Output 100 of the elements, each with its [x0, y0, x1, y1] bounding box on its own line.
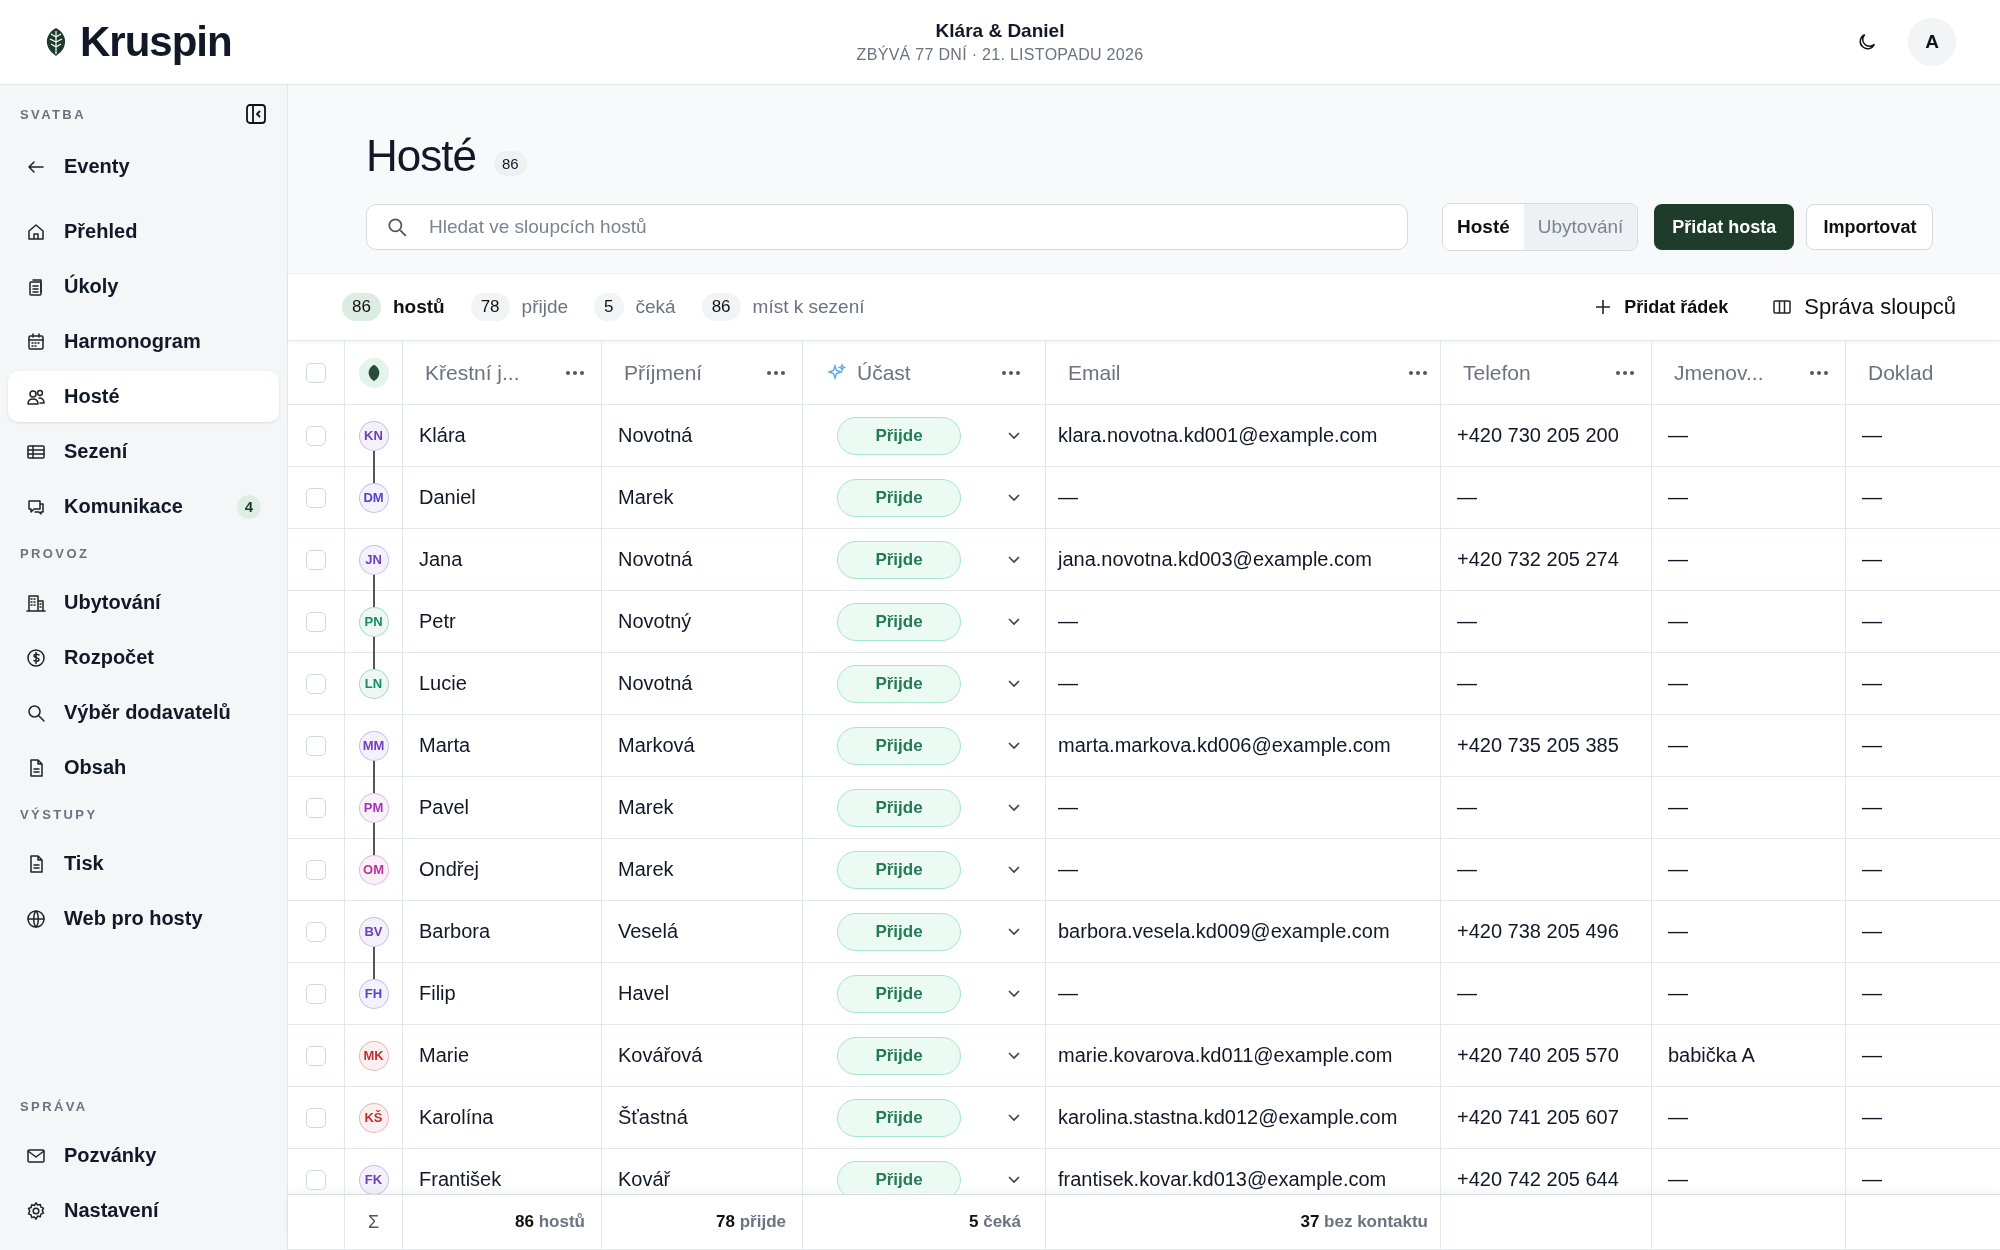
chevron-down-icon[interactable] [1007, 554, 1021, 565]
nav-item[interactable]: Ubytování [8, 577, 279, 628]
row-checkbox[interactable] [306, 983, 326, 1004]
chevron-down-icon[interactable] [1007, 430, 1021, 441]
status-pill[interactable]: Přijde [837, 1098, 961, 1137]
column-header[interactable]: Telefon [1441, 341, 1652, 404]
manage-columns-button[interactable]: Správa sloupců [1772, 294, 1956, 320]
search-field[interactable]: Hledat ve sloupcích hostů [366, 204, 1408, 250]
column-title: Účast [857, 360, 912, 385]
stat-filter[interactable]: 86 hostů [342, 293, 445, 321]
column-title: Email [1068, 360, 1122, 385]
nav-item[interactable]: Pozvánky [8, 1130, 279, 1181]
nav-item[interactable]: Sezení [8, 426, 279, 477]
import-button[interactable]: Importovat [1806, 204, 1934, 250]
nav-item[interactable]: Web pro hosty [8, 893, 279, 944]
stat-filter[interactable]: 5 čeká [594, 293, 676, 321]
status-pill[interactable]: Přijde [837, 974, 961, 1013]
more-icon[interactable] [565, 369, 585, 376]
chevron-down-icon[interactable] [1007, 740, 1021, 751]
row-checkbox[interactable] [306, 859, 326, 880]
nav-item[interactable]: Hosté [8, 371, 279, 422]
chevron-down-icon[interactable] [1007, 1112, 1021, 1123]
status-pill[interactable]: Přijde [837, 478, 961, 517]
chevron-down-icon[interactable] [1007, 864, 1021, 875]
chevron-down-icon[interactable] [1007, 802, 1021, 813]
guest-avatar: MM [358, 730, 389, 761]
section-title: VÝSTUPY [20, 807, 98, 822]
status-pill[interactable]: Přijde [837, 788, 961, 827]
status-pill[interactable]: Přijde [837, 1160, 961, 1194]
stat-filter[interactable]: 86 míst k sezení [701, 293, 865, 321]
nav-item[interactable]: Tisk [8, 838, 279, 889]
row-checkbox[interactable] [306, 673, 326, 694]
table-cell: — [1862, 1106, 1882, 1129]
table-cell: Veselá [618, 920, 679, 943]
column-header[interactable]: Účast [803, 341, 1046, 404]
row-checkbox[interactable] [306, 1169, 326, 1190]
more-icon[interactable] [1615, 369, 1635, 376]
row-checkbox[interactable] [306, 549, 326, 570]
plus-icon [1594, 298, 1613, 316]
row-checkbox[interactable] [306, 1107, 326, 1128]
view-tab[interactable]: Hosté [1443, 204, 1524, 250]
select-all-checkbox[interactable] [306, 362, 326, 383]
more-icon[interactable] [766, 369, 786, 376]
collapse-sidebar-icon[interactable] [245, 103, 267, 125]
row-checkbox[interactable] [306, 487, 326, 508]
stat-filter[interactable]: 78 přijde [470, 293, 569, 321]
nav-item[interactable]: Eventy [8, 141, 279, 192]
table-cell: Marková [618, 734, 695, 757]
table-cell: — [1862, 548, 1882, 571]
status-pill[interactable]: Přijde [837, 850, 961, 889]
chevron-down-icon[interactable] [1007, 492, 1021, 503]
table-cell: Havel [618, 982, 670, 1005]
status-pill[interactable]: Přijde [837, 664, 961, 703]
chevron-down-icon[interactable] [1007, 1050, 1021, 1061]
column-header[interactable]: Doklad [1846, 341, 2000, 404]
guest-avatar: LN [358, 668, 389, 699]
table-cell: — [1862, 982, 1882, 1005]
nav-item[interactable]: Harmonogram [8, 316, 279, 367]
chevron-down-icon[interactable] [1007, 678, 1021, 689]
column-header[interactable]: Jmenov... [1652, 341, 1846, 404]
column-header[interactable]: Křestní j... [403, 341, 602, 404]
nav-item[interactable]: Obsah [8, 742, 279, 793]
more-icon[interactable] [1809, 369, 1829, 376]
nav-item[interactable]: Úkoly [8, 261, 279, 312]
chevron-down-icon[interactable] [1007, 616, 1021, 627]
status-pill[interactable]: Přijde [837, 540, 961, 579]
column-header[interactable]: Email [1046, 341, 1441, 404]
status-pill[interactable]: Přijde [837, 602, 961, 641]
nav-item[interactable]: Výběr dodavatelů [8, 687, 279, 738]
column-header[interactable]: Příjmení [602, 341, 803, 404]
table-cell: — [1862, 858, 1882, 881]
status-pill[interactable]: Přijde [837, 1036, 961, 1075]
chevron-down-icon[interactable] [1007, 988, 1021, 999]
table-cell: Daniel [419, 486, 476, 509]
column-title: Křestní j... [425, 360, 521, 385]
row-checkbox[interactable] [306, 1045, 326, 1066]
chevron-down-icon[interactable] [1007, 926, 1021, 937]
user-avatar[interactable]: A [1908, 18, 1956, 66]
nav-item[interactable]: Rozpočet [8, 632, 279, 683]
row-checkbox[interactable] [306, 797, 326, 818]
row-checkbox[interactable] [306, 611, 326, 632]
row-checkbox[interactable] [306, 735, 326, 756]
status-pill[interactable]: Přijde [837, 912, 961, 951]
row-checkbox[interactable] [306, 425, 326, 446]
nav-item[interactable]: Komunikace 4 [8, 481, 279, 532]
table-cell: Jana [419, 548, 463, 571]
chevron-down-icon[interactable] [1007, 1174, 1021, 1185]
table-cell: — [1058, 982, 1078, 1005]
nav-item[interactable]: Nastavení [8, 1185, 279, 1236]
table-cell: — [1668, 858, 1688, 881]
table-cell: — [1862, 424, 1882, 447]
add-row-button[interactable]: Přidat řádek [1594, 296, 1729, 318]
row-checkbox[interactable] [306, 921, 326, 942]
count-badge: 4 [237, 494, 261, 519]
add-guest-button[interactable]: Přidat hosta [1654, 204, 1795, 250]
more-icon[interactable] [1001, 369, 1021, 376]
status-pill[interactable]: Přijde [837, 416, 961, 455]
status-pill[interactable]: Přijde [837, 726, 961, 765]
nav-item[interactable]: Přehled [8, 206, 279, 257]
more-icon[interactable] [1408, 369, 1428, 376]
